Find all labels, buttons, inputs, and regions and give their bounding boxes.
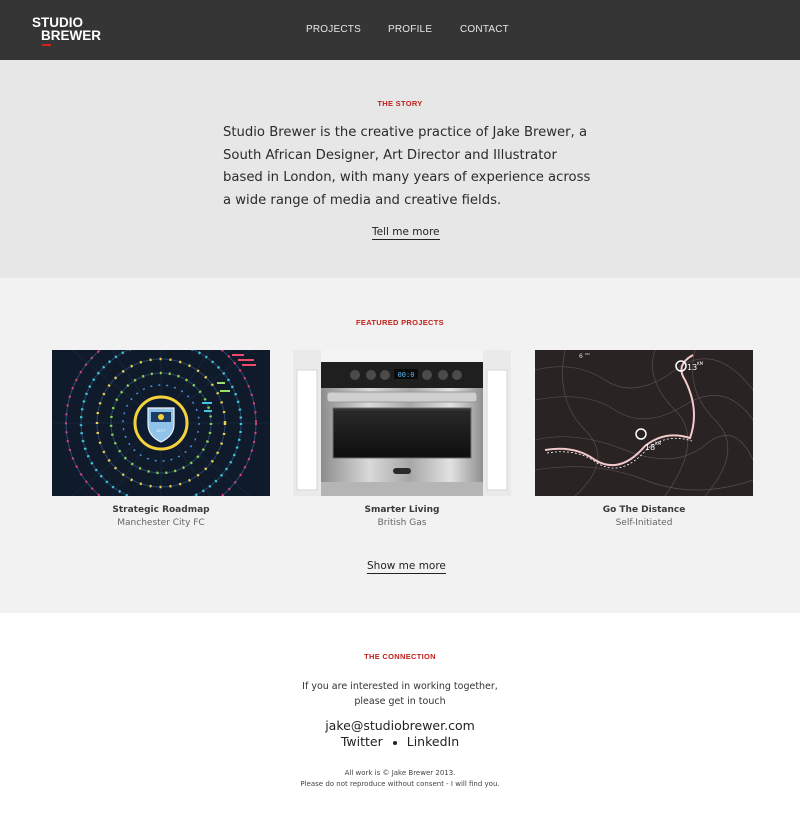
project-client: Self-Initiated: [615, 518, 673, 528]
svg-text:00:0: 00:0: [398, 371, 415, 379]
separator-dot: [392, 740, 397, 745]
tell-me-more-link[interactable]: Tell me more: [372, 226, 440, 240]
svg-text:KM: KM: [655, 441, 662, 446]
go-the-distance-thumbnail[interactable]: 18 KM 13 KM 6 KM: [535, 350, 753, 496]
contact-intro-line1: If you are interested in working togethe…: [302, 681, 498, 692]
project-title: Go The Distance: [602, 505, 686, 515]
connection-section: THE CONNECTION If you are interested in …: [0, 613, 800, 826]
nav-contact[interactable]: CONTACT: [460, 24, 509, 35]
social-links: Twitter LinkedIn: [0, 734, 800, 749]
logo-accent-bar: [42, 44, 51, 46]
featured-projects-section: FEATURED PROJECTS CITY Strategic Roadmap…: [0, 278, 800, 613]
svg-text:KM: KM: [585, 352, 590, 356]
strategic-roadmap-thumbnail[interactable]: CITY: [52, 350, 270, 496]
story-section: THE STORY Studio Brewer is the creative …: [0, 60, 800, 278]
svg-text:KM: KM: [697, 361, 704, 366]
linkedin-link[interactable]: LinkedIn: [407, 734, 459, 749]
copyright-line2: Please do not reproduce without consent …: [300, 780, 500, 788]
project-title: Strategic Roadmap: [112, 505, 210, 515]
project-client: Manchester City FC: [117, 518, 205, 528]
connection-heading: THE CONNECTION: [364, 652, 436, 661]
contact-intro-line2: please get in touch: [354, 696, 446, 707]
svg-text:6: 6: [579, 353, 583, 360]
copyright-line1: All work is © Jake Brewer 2013.: [344, 769, 456, 777]
project-card-go-the-distance[interactable]: 18 KM 13 KM 6 KM Go The Distance Self-In…: [535, 350, 753, 528]
show-me-more-link[interactable]: Show me more: [367, 560, 446, 574]
project-card-smarter-living[interactable]: 00:0 Smarter Living British Gas: [293, 350, 511, 528]
story-heading: THE STORY: [377, 99, 423, 108]
smarter-living-thumbnail[interactable]: 00:0: [293, 350, 511, 496]
svg-text:13: 13: [687, 363, 697, 372]
project-title: Smarter Living: [364, 505, 440, 515]
svg-text:18: 18: [645, 443, 655, 452]
email-link[interactable]: jake@studiobrewer.com: [325, 718, 475, 733]
project-client: British Gas: [377, 518, 427, 528]
nav-profile[interactable]: PROFILE: [388, 24, 432, 35]
nav-projects[interactable]: PROJECTS: [306, 24, 361, 35]
featured-heading: FEATURED PROJECTS: [356, 318, 444, 327]
svg-text:CITY: CITY: [156, 428, 165, 433]
studio-brewer-logo[interactable]: STUDIO BREWER: [32, 16, 104, 46]
story-paragraph: Studio Brewer is the creative practice o…: [223, 125, 591, 208]
project-card-strategic-roadmap[interactable]: CITY Strategic Roadmap Manchester City F…: [52, 350, 270, 528]
site-header: STUDIO BREWER PROJECTS PROFILE CONTACT: [0, 0, 800, 60]
logo-line-brewer: BREWER: [41, 28, 101, 43]
twitter-link[interactable]: Twitter: [341, 734, 383, 749]
